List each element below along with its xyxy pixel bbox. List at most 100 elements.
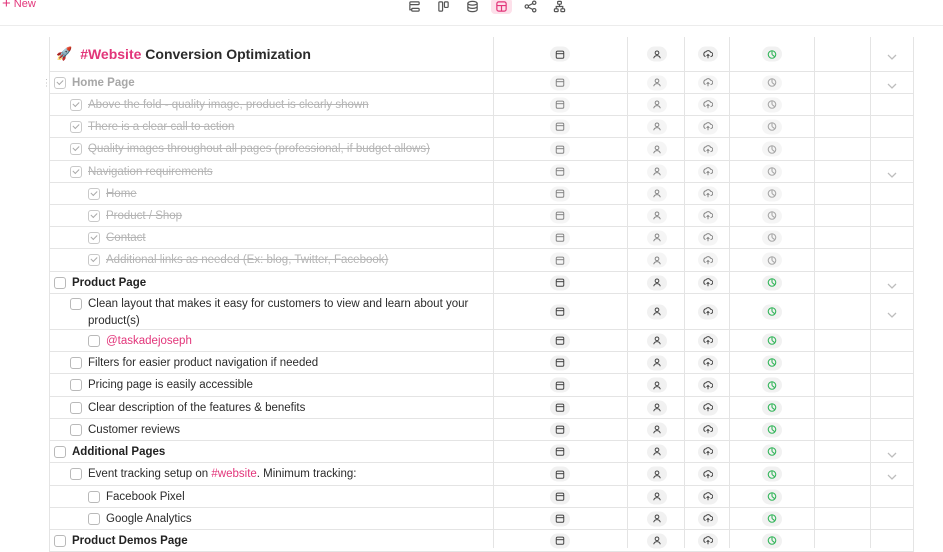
- task-checkbox[interactable]: [70, 468, 82, 480]
- chevron-down-icon[interactable]: [886, 469, 898, 480]
- table-view-icon[interactable]: [491, 0, 512, 14]
- dependency-cell[interactable]: [698, 511, 718, 526]
- table-row[interactable]: Additional links as needed (Ex: blog, Tw…: [50, 249, 913, 272]
- task-text[interactable]: Event tracking setup on #website. Minimu…: [88, 468, 356, 480]
- progress-cell[interactable]: [762, 533, 782, 548]
- due-date-cell[interactable]: [550, 444, 570, 459]
- table-row[interactable]: @taskadejoseph: [50, 330, 913, 352]
- due-date-cell[interactable]: [550, 46, 570, 62]
- task-checkbox[interactable]: [54, 445, 66, 458]
- task-text[interactable]: Filters for easier product navigation if…: [88, 357, 318, 369]
- progress-cell[interactable]: [762, 444, 782, 459]
- dependency-cell[interactable]: [698, 533, 718, 548]
- task-text[interactable]: Product / Shop: [106, 210, 182, 222]
- dependency-cell[interactable]: [698, 304, 718, 319]
- dependency-cell[interactable]: [698, 164, 718, 179]
- table-row[interactable]: Home: [50, 183, 913, 205]
- progress-cell[interactable]: [762, 422, 782, 437]
- progress-cell[interactable]: [762, 275, 782, 290]
- task-checkbox[interactable]: [88, 254, 100, 266]
- assignee-cell[interactable]: [647, 444, 667, 459]
- assignee-cell[interactable]: [647, 186, 667, 201]
- dependency-cell[interactable]: [698, 208, 718, 223]
- task-text[interactable]: Clear description of the features & bene…: [88, 402, 305, 414]
- table-row[interactable]: Pricing page is easily accessible: [50, 374, 913, 397]
- due-date-cell[interactable]: [550, 208, 570, 223]
- table-row[interactable]: Contact: [50, 227, 913, 249]
- assignee-cell[interactable]: [647, 489, 667, 504]
- task-checkbox[interactable]: [70, 298, 82, 310]
- due-date-cell[interactable]: [550, 119, 570, 134]
- due-date-cell[interactable]: [550, 422, 570, 437]
- task-text[interactable]: Navigation requirements: [88, 166, 213, 178]
- due-date-cell[interactable]: [550, 141, 570, 157]
- due-date-cell[interactable]: [550, 377, 570, 393]
- progress-cell[interactable]: [762, 208, 782, 223]
- chevron-down-icon[interactable]: [886, 447, 898, 458]
- progress-cell[interactable]: [762, 489, 782, 504]
- due-date-cell[interactable]: [550, 75, 570, 90]
- task-checkbox[interactable]: [88, 209, 100, 222]
- task-checkbox[interactable]: [88, 187, 100, 200]
- assignee-cell[interactable]: [647, 422, 667, 437]
- due-date-cell[interactable]: [550, 97, 570, 112]
- assignee-cell[interactable]: [647, 208, 667, 223]
- task-text[interactable]: Quality images throughout all pages (pro…: [88, 143, 430, 155]
- task-text[interactable]: Additional Pages: [72, 446, 165, 458]
- table-row[interactable]: Filters for easier product navigation if…: [50, 352, 913, 374]
- assignee-cell[interactable]: [647, 119, 667, 134]
- progress-cell[interactable]: [762, 164, 782, 179]
- dependency-cell[interactable]: [698, 141, 718, 157]
- progress-cell[interactable]: [762, 119, 782, 134]
- dependency-cell[interactable]: [698, 46, 718, 62]
- due-date-cell[interactable]: [550, 355, 570, 370]
- table-row[interactable]: Product Page: [50, 272, 913, 294]
- dependency-cell[interactable]: [698, 230, 718, 245]
- table-row[interactable]: Product Demos Page: [50, 530, 913, 552]
- due-date-cell[interactable]: [550, 230, 570, 245]
- assignee-cell[interactable]: [647, 400, 667, 415]
- due-date-cell[interactable]: [550, 252, 570, 268]
- dependency-cell[interactable]: [698, 97, 718, 112]
- progress-cell[interactable]: [762, 400, 782, 415]
- hashtag-link[interactable]: #website: [211, 468, 256, 480]
- outline-view-icon[interactable]: [404, 0, 425, 14]
- task-checkbox[interactable]: [54, 534, 66, 547]
- assignee-cell[interactable]: [647, 533, 667, 548]
- task-text[interactable]: Product Demos Page: [72, 535, 188, 547]
- task-checkbox[interactable]: [88, 334, 100, 347]
- dependency-cell[interactable]: [698, 119, 718, 134]
- mindmap-view-icon[interactable]: [520, 0, 541, 14]
- chevron-down-icon[interactable]: [886, 78, 898, 89]
- progress-cell[interactable]: [762, 333, 782, 348]
- table-row[interactable]: Facebook Pixel: [50, 486, 913, 508]
- task-checkbox[interactable]: [54, 76, 66, 89]
- dependency-cell[interactable]: [698, 333, 718, 348]
- assignee-cell[interactable]: [647, 252, 667, 268]
- progress-cell[interactable]: [762, 230, 782, 245]
- task-checkbox[interactable]: [70, 401, 82, 414]
- table-row[interactable]: Google Analytics: [50, 508, 913, 530]
- progress-cell[interactable]: [762, 466, 782, 482]
- dependency-cell[interactable]: [698, 377, 718, 393]
- table-row[interactable]: Clean layout that makes it easy for cust…: [50, 294, 913, 330]
- progress-cell[interactable]: [762, 355, 782, 370]
- assignee-cell[interactable]: [647, 46, 667, 62]
- assignee-cell[interactable]: [647, 97, 667, 112]
- chevron-down-icon[interactable]: [886, 278, 898, 289]
- assignee-cell[interactable]: [647, 164, 667, 179]
- dependency-cell[interactable]: [698, 444, 718, 459]
- task-text[interactable]: Contact: [106, 232, 146, 244]
- table-row[interactable]: Clear description of the features & bene…: [50, 397, 913, 419]
- assignee-cell[interactable]: [647, 304, 667, 319]
- due-date-cell[interactable]: [550, 304, 570, 319]
- due-date-cell[interactable]: [550, 466, 570, 482]
- table-row[interactable]: Product / Shop: [50, 205, 913, 227]
- assignee-cell[interactable]: [647, 466, 667, 482]
- database-view-icon[interactable]: [462, 0, 483, 14]
- assignee-cell[interactable]: [647, 355, 667, 370]
- due-date-cell[interactable]: [550, 333, 570, 348]
- task-text[interactable]: There is a clear call to action: [88, 121, 234, 133]
- task-text[interactable]: Google Analytics: [106, 513, 192, 525]
- progress-cell[interactable]: [762, 304, 782, 319]
